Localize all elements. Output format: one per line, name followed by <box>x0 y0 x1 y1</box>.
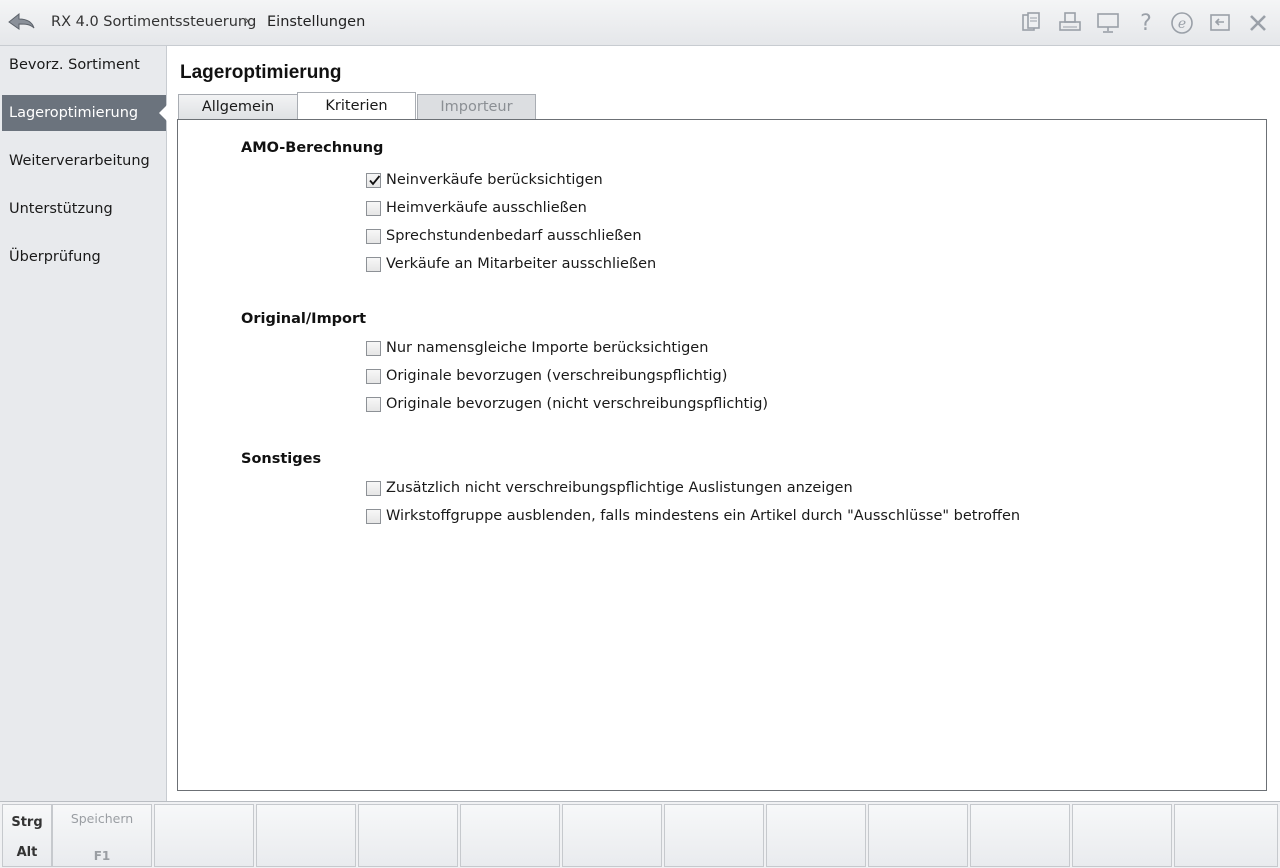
documents-icon[interactable] <box>1019 10 1045 36</box>
printer-icon[interactable] <box>1057 10 1083 36</box>
tab-allgemein[interactable]: Allgemein <box>178 94 298 119</box>
breadcrumb-separator-icon: › <box>244 13 250 29</box>
function-key-bar: Strg Alt Speichern F1 <box>0 801 1280 868</box>
checkbox[interactable] <box>366 397 381 412</box>
checkbox[interactable] <box>366 229 381 244</box>
f10-button[interactable] <box>970 804 1070 867</box>
sidebar: Bevorz. Sortiment Lageroptimierung Weite… <box>0 46 167 801</box>
checkbox[interactable] <box>366 509 381 524</box>
f12-button[interactable] <box>1174 804 1278 867</box>
sidebar-item-bevorz-sortiment[interactable]: Bevorz. Sortiment <box>2 47 166 83</box>
fkey-label: Speichern <box>70 811 134 826</box>
section-title-original-import: Original/Import <box>241 311 367 327</box>
checkbox[interactable] <box>366 201 381 216</box>
back-arrow-icon[interactable] <box>5 8 37 36</box>
f7-button[interactable] <box>664 804 764 867</box>
sidebar-item-weiterverarbeitung[interactable]: Weiterverarbeitung <box>2 143 166 179</box>
checkbox[interactable] <box>366 481 381 496</box>
f2-button[interactable] <box>154 804 254 867</box>
f3-button[interactable] <box>256 804 356 867</box>
checkbox[interactable] <box>366 173 381 188</box>
criteria-panel: AMO-Berechnung Neinverkäufe berücksichti… <box>177 119 1267 791</box>
option-label: Wirkstoffgruppe ausblenden, falls mindes… <box>386 508 1021 524</box>
close-icon[interactable] <box>1245 10 1271 36</box>
modifier-strg: Strg <box>11 815 43 830</box>
option-label: Heimverkäufe ausschließen <box>386 200 587 216</box>
modifier-keys: Strg Alt <box>2 804 52 867</box>
f8-button[interactable] <box>766 804 866 867</box>
tab-kriterien[interactable]: Kriterien <box>297 92 416 119</box>
exit-window-icon[interactable] <box>1207 10 1233 36</box>
option-label: Originale bevorzugen (nicht verschreibun… <box>386 396 769 412</box>
page-title: Lageroptimierung <box>180 62 342 83</box>
option-label: Nur namensgleiche Importe berücksichtige… <box>386 340 709 356</box>
f6-button[interactable] <box>562 804 662 867</box>
sidebar-item-label: Unterstützung <box>9 201 113 217</box>
tab-importeur: Importeur <box>417 94 536 119</box>
f11-button[interactable] <box>1072 804 1172 867</box>
breadcrumb-current: Einstellungen <box>267 14 366 30</box>
f9-button[interactable] <box>868 804 968 867</box>
checkbox[interactable] <box>366 341 381 356</box>
f4-button[interactable] <box>358 804 458 867</box>
sidebar-item-label: Überprüfung <box>9 249 101 265</box>
sidebar-item-label: Bevorz. Sortiment <box>9 57 140 73</box>
checkbox[interactable] <box>366 369 381 384</box>
option-label: Verkäufe an Mitarbeiter ausschließen <box>386 256 657 272</box>
sidebar-item-ueberpruefung[interactable]: Überprüfung <box>2 239 166 275</box>
fkey-code: F1 <box>93 849 111 863</box>
option-label: Zusätzlich nicht verschreibungspflichtig… <box>386 480 853 496</box>
svg-text:?: ? <box>1140 11 1152 36</box>
breadcrumb-app[interactable]: RX 4.0 Sortimentssteuerung <box>51 14 256 30</box>
sidebar-item-lageroptimierung[interactable]: Lageroptimierung <box>2 95 167 131</box>
modifier-alt: Alt <box>16 845 38 860</box>
sidebar-item-label: Weiterverarbeitung <box>9 153 150 169</box>
svg-text:e: e <box>1178 16 1186 32</box>
title-bar: RX 4.0 Sortimentssteuerung › Einstellung… <box>0 0 1280 46</box>
section-title-sonstiges: Sonstiges <box>241 451 322 467</box>
option-label: Originale bevorzugen (verschreibungspfli… <box>386 368 728 384</box>
help-icon[interactable]: ? <box>1133 10 1159 36</box>
sidebar-item-unterstuetzung[interactable]: Unterstützung <box>2 191 166 227</box>
e-icon[interactable]: e <box>1169 10 1195 36</box>
monitor-icon[interactable] <box>1095 10 1121 36</box>
option-label: Neinverkäufe berücksichtigen <box>386 172 603 188</box>
f1-save-button: Speichern F1 <box>52 804 152 867</box>
f5-button[interactable] <box>460 804 560 867</box>
option-label: Sprechstundenbedarf ausschließen <box>386 228 642 244</box>
main-content: Lageroptimierung Allgemein Kriterien Imp… <box>167 46 1280 801</box>
sidebar-item-label: Lageroptimierung <box>9 105 139 121</box>
checkbox[interactable] <box>366 257 381 272</box>
section-title-amo: AMO-Berechnung <box>241 140 384 156</box>
